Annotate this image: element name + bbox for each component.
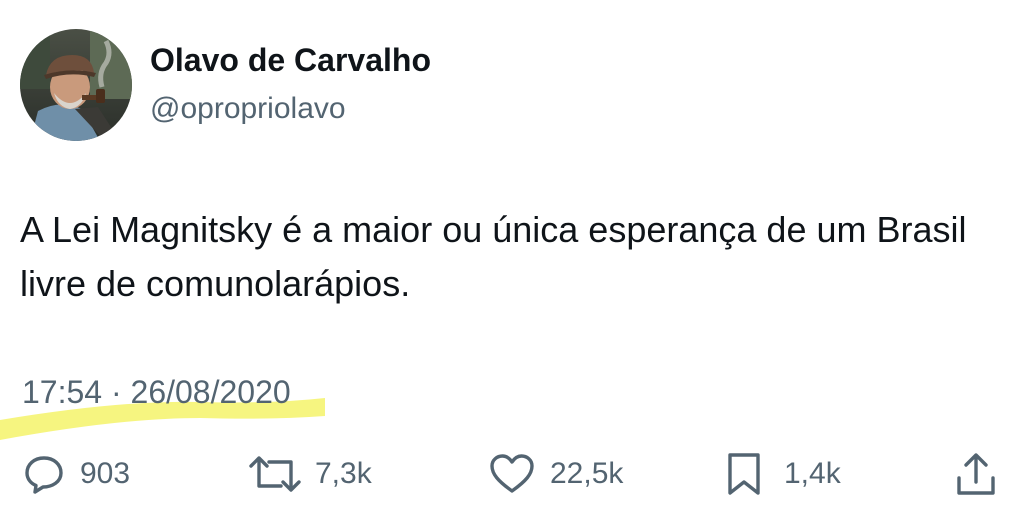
avatar-photo-icon [20, 29, 132, 141]
share-button[interactable] [952, 446, 1000, 502]
tweet-timestamp[interactable]: 17:54 · 26/08/2020 [22, 372, 291, 412]
bookmark-button[interactable]: 1,4k [724, 446, 841, 502]
share-icon [957, 453, 995, 495]
like-button[interactable]: 22,5k [488, 446, 623, 502]
bookmark-count: 1,4k [784, 457, 841, 490]
tweet-card: Olavo de Carvalho @opropriolavo A Lei Ma… [0, 0, 1024, 526]
reply-button[interactable]: 903 [22, 446, 130, 502]
avatar[interactable] [20, 29, 132, 141]
retweet-button[interactable]: 7,3k [247, 446, 372, 502]
retweet-icon [249, 456, 301, 492]
reply-icon [25, 456, 63, 494]
retweet-count: 7,3k [315, 457, 372, 490]
author-display-name[interactable]: Olavo de Carvalho [150, 40, 431, 80]
tweet-actions-bar: 903 7,3k 22,5k 1,4k [0, 446, 1024, 502]
heart-icon [490, 454, 534, 493]
reply-count: 903 [80, 457, 131, 490]
author-handle[interactable]: @opropriolavo [150, 90, 346, 128]
tweet-text: A Lei Magnitsky é a maior ou única esper… [20, 209, 967, 304]
like-count: 22,5k [550, 457, 624, 490]
bookmark-icon [728, 453, 760, 495]
